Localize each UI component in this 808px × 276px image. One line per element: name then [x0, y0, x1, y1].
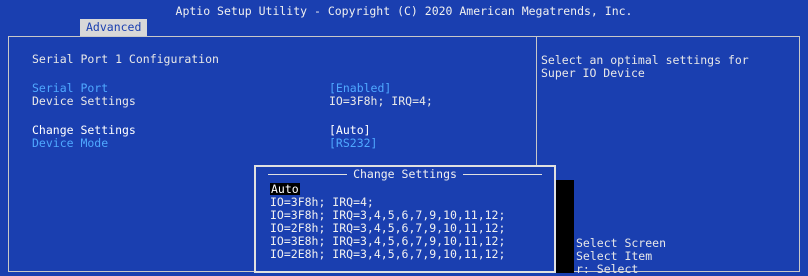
popup-option-3f8-irq4[interactable]: IO=3F8h; IRQ=4; [270, 196, 374, 208]
popup-option-auto[interactable]: Auto [270, 183, 300, 195]
popup-option-3e8-multi[interactable]: IO=3E8h; IRQ=3,4,5,6,7,9,10,11,12; [270, 235, 505, 247]
change-settings-popup: Change Settings Auto IO=3F8h; IRQ=4; IO=… [254, 165, 556, 273]
app-title: Aptio Setup Utility - Copyright (C) 2020… [175, 4, 633, 18]
key-hint-select-screen: Select Screen [576, 236, 667, 250]
key-hint-select: r: Select [576, 262, 639, 276]
section-title: Serial Port 1 Configuration [32, 52, 219, 66]
device-mode-label[interactable]: Device Mode [32, 137, 108, 150]
device-settings-value: IO=3F8h; IRQ=4; [329, 94, 433, 108]
popup-title: Change Settings [256, 167, 554, 181]
popup-title-text: Change Settings [347, 167, 463, 181]
device-mode-value[interactable]: [RS232] [329, 137, 377, 150]
popup-option-2f8-multi[interactable]: IO=2F8h; IRQ=3,4,5,6,7,9,10,11,12; [270, 222, 505, 234]
device-settings-label: Device Settings [32, 94, 136, 108]
key-hint-select-item: Select Item [576, 249, 653, 263]
popup-option-2e8-multi[interactable]: IO=2E8h; IRQ=3,4,5,6,7,9,10,11,12; [270, 248, 505, 260]
popup-shadow [556, 180, 574, 273]
help-line-2: Super IO Device [541, 66, 645, 80]
tab-advanced[interactable]: Advanced [80, 19, 148, 37]
popup-option-3f8-multi[interactable]: IO=3F8h; IRQ=3,4,5,6,7,9,10,11,12; [270, 209, 505, 221]
help-line-1: Select an optimal settings for [541, 53, 749, 67]
